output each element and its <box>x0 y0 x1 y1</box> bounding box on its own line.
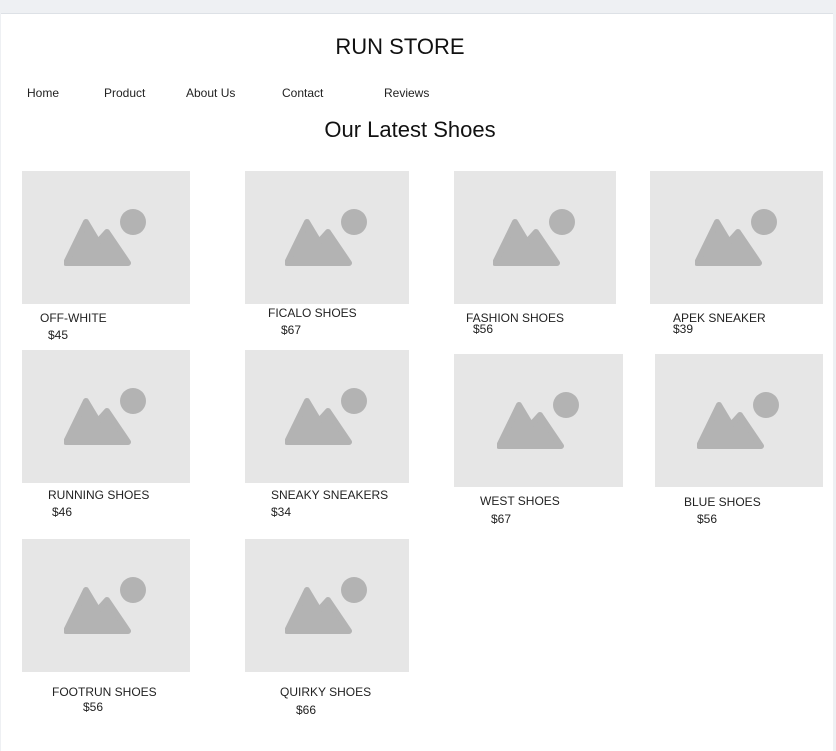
product-card[interactable]: FOOTRUN SHOES $56 <box>22 539 190 729</box>
product-image[interactable] <box>454 354 623 487</box>
product-price: $46 <box>52 505 73 519</box>
image-placeholder-icon <box>694 208 777 266</box>
product-card[interactable]: OFF-WHITE $45 <box>22 171 190 351</box>
product-card[interactable]: FASHION SHOES $56 <box>454 171 616 351</box>
nav-contact-link[interactable]: Contact <box>282 86 323 100</box>
image-placeholder-icon <box>64 208 146 266</box>
nav-product-link[interactable]: Product <box>104 86 145 100</box>
image-placeholder-icon <box>285 208 367 266</box>
product-image[interactable] <box>22 171 190 304</box>
product-image[interactable] <box>655 354 823 487</box>
product-name[interactable]: RUNNING SHOES <box>48 488 149 502</box>
image-placeholder-icon <box>285 576 367 634</box>
product-name[interactable]: FICALO SHOES <box>268 306 357 320</box>
image-placeholder-icon <box>64 576 146 634</box>
site-title: RUN STORE <box>335 34 465 59</box>
product-card[interactable]: QUIRKY SHOES $66 <box>245 539 409 729</box>
nav-home-link[interactable]: Home <box>27 86 59 100</box>
image-placeholder-icon <box>496 391 579 449</box>
product-name[interactable]: SNEAKY SNEAKERS <box>271 488 388 502</box>
product-price: $45 <box>48 328 69 342</box>
product-price: $67 <box>491 512 512 526</box>
image-placeholder-icon <box>493 208 575 266</box>
product-price: $56 <box>473 322 494 336</box>
product-name[interactable]: FOOTRUN SHOES <box>52 685 157 699</box>
product-price: $56 <box>83 700 104 714</box>
product-card[interactable]: BLUE SHOES $56 <box>655 354 823 534</box>
product-image[interactable] <box>650 171 823 304</box>
nav-about-link[interactable]: About Us <box>186 86 235 100</box>
product-image[interactable] <box>454 171 616 304</box>
product-price: $34 <box>271 505 292 519</box>
product-image[interactable] <box>22 539 190 672</box>
image-placeholder-icon <box>697 391 779 449</box>
product-card[interactable]: FICALO SHOES $67 <box>245 171 409 351</box>
product-price: $39 <box>673 322 694 336</box>
product-image[interactable] <box>245 539 409 672</box>
image-placeholder-icon <box>64 387 146 445</box>
image-placeholder-icon <box>285 387 367 445</box>
page: RUN STORE Home Product About Us Contact … <box>1 13 833 751</box>
product-card[interactable]: APEK SNEAKER $39 <box>650 171 823 351</box>
section-title: Our Latest Shoes <box>324 117 496 142</box>
product-name[interactable]: OFF-WHITE <box>40 311 107 325</box>
product-card[interactable]: RUNNING SHOES $46 <box>22 350 190 530</box>
nav-reviews-link[interactable]: Reviews <box>384 86 429 100</box>
product-image[interactable] <box>245 171 409 304</box>
product-image[interactable] <box>245 350 409 483</box>
product-card[interactable]: SNEAKY SNEAKERS $34 <box>245 350 409 530</box>
product-image[interactable] <box>22 350 190 483</box>
product-price: $67 <box>281 323 302 337</box>
product-price: $56 <box>697 512 718 526</box>
product-card[interactable]: WEST SHOES $67 <box>454 354 623 534</box>
product-price: $66 <box>296 703 317 717</box>
product-name[interactable]: WEST SHOES <box>480 494 560 508</box>
product-name[interactable]: QUIRKY SHOES <box>280 685 371 699</box>
product-name[interactable]: BLUE SHOES <box>684 495 761 509</box>
